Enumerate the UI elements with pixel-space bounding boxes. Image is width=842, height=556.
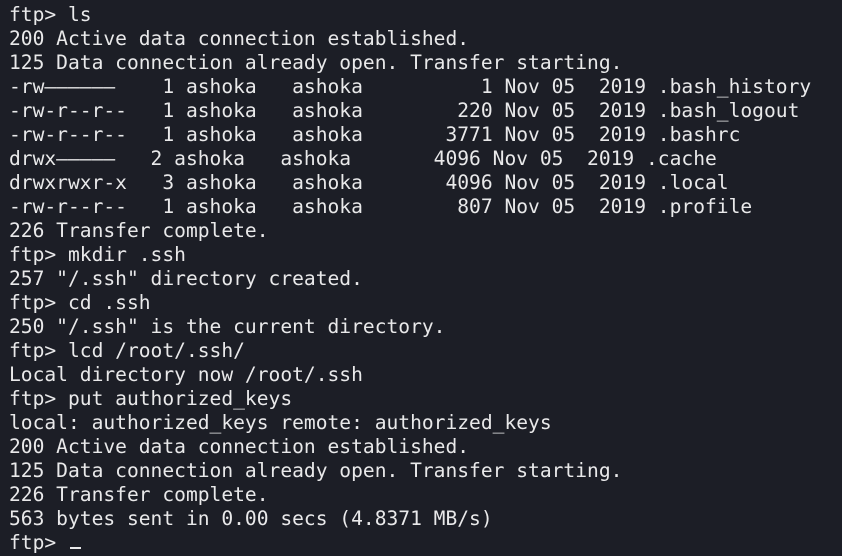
terminal-line: -rw-r--r-- 1 ashoka ashoka 3771 Nov 05 2… bbox=[9, 123, 741, 146]
terminal-window[interactable]: ftp> ls 200 Active data connection estab… bbox=[0, 0, 842, 556]
terminal-line: -rw-r--r-- 1 ashoka ashoka 807 Nov 05 20… bbox=[9, 195, 753, 218]
terminal-line: 200 Active data connection established. bbox=[9, 27, 470, 50]
terminal-line: local: authorized_keys remote: authorize… bbox=[9, 411, 552, 434]
terminal-line: 226 Transfer complete. bbox=[9, 483, 269, 506]
prompt-text: ftp> bbox=[9, 531, 68, 554]
terminal-line: -rw—————— 1 ashoka ashoka 1 Nov 05 2019 … bbox=[9, 75, 812, 98]
terminal-line: -rw-r--r-- 1 ashoka ashoka 220 Nov 05 20… bbox=[9, 99, 800, 122]
text-cursor bbox=[69, 547, 81, 549]
terminal-line: 563 bytes sent in 0.00 secs (4.8371 MB/s… bbox=[9, 507, 493, 530]
terminal-line: 226 Transfer complete. bbox=[9, 219, 269, 242]
terminal-line: 250 "/.ssh" is the current directory. bbox=[9, 315, 446, 338]
terminal-line: 200 Active data connection established. bbox=[9, 435, 470, 458]
terminal-line: ftp> cd .ssh bbox=[9, 291, 151, 314]
terminal-line: 257 "/.ssh" directory created. bbox=[9, 267, 363, 290]
command-prompt-line[interactable]: ftp> bbox=[9, 531, 842, 555]
terminal-line: Local directory now /root/.ssh bbox=[9, 363, 363, 386]
terminal-line: drwx————— 2 ashoka ashoka 4096 Nov 05 20… bbox=[9, 147, 717, 170]
terminal-line: ftp> put authorized_keys bbox=[9, 387, 293, 410]
terminal-line: 125 Data connection already open. Transf… bbox=[9, 459, 623, 482]
terminal-line: ftp> ls bbox=[9, 3, 92, 26]
terminal-line: drwxrwxr-x 3 ashoka ashoka 4096 Nov 05 2… bbox=[9, 171, 729, 194]
terminal-line: 125 Data connection already open. Transf… bbox=[9, 51, 623, 74]
terminal-line: ftp> lcd /root/.ssh/ bbox=[9, 339, 245, 362]
terminal-line: ftp> mkdir .ssh bbox=[9, 243, 186, 266]
